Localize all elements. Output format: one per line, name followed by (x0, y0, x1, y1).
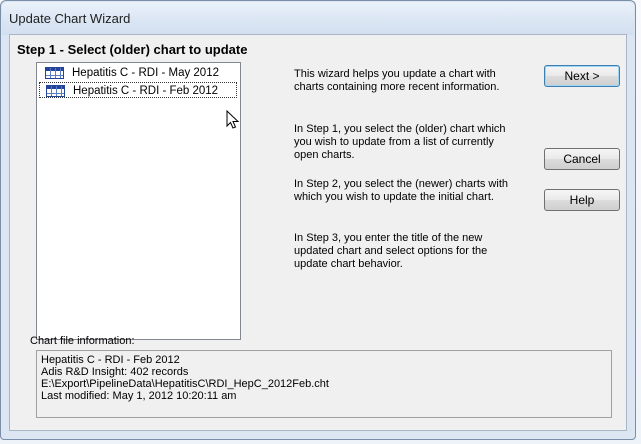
chart-item-label: Hepatitis C - RDI - Feb 2012 (73, 85, 219, 97)
mouse-cursor-icon (226, 110, 240, 129)
dialog-client-area: Step 1 - Select (older) chart to update … (9, 34, 627, 431)
chart-list-item-selected[interactable]: Hepatitis C - RDI - Feb 2012 (39, 82, 237, 98)
title-bar[interactable]: Update Chart Wizard (2, 2, 634, 35)
cancel-button[interactable]: Cancel (544, 148, 620, 170)
chart-file-info-label: Chart file information: (30, 335, 135, 347)
window-title: Update Chart Wizard (9, 11, 131, 26)
chart-file-info-box: Hepatitis C - RDI - Feb 2012 Adis R&D In… (36, 350, 612, 418)
next-button[interactable]: Next > (544, 65, 620, 87)
help-button[interactable]: Help (544, 189, 620, 211)
chart-list-item[interactable]: Hepatitis C - RDI - May 2012 (39, 65, 237, 81)
chart-listbox[interactable]: Hepatitis C - RDI - May 2012 Hepatitis C… (36, 62, 241, 340)
file-info-line: Adis R&D Insight: 402 records (41, 366, 189, 378)
update-chart-wizard-dialog: Update Chart Wizard Step 1 - Select (old… (0, 0, 636, 440)
file-info-line: Last modified: May 1, 2012 10:20:11 am (41, 390, 237, 402)
table-grid-icon (45, 67, 64, 79)
chart-item-label: Hepatitis C - RDI - May 2012 (72, 67, 219, 79)
file-info-line: E:\Export\PipelineData\HepatitisC\RDI_He… (41, 378, 329, 390)
info-paragraph-4: In Step 3, you enter the title of the ne… (294, 232, 488, 270)
table-grid-icon (46, 85, 65, 97)
info-paragraph-1: This wizard helps you update a chart wit… (294, 68, 500, 93)
info-paragraph-3: In Step 2, you select the (newer) charts… (294, 178, 508, 203)
step-title: Step 1 - Select (older) chart to update (17, 42, 248, 57)
file-info-line: Hepatitis C - RDI - Feb 2012 (41, 354, 180, 366)
info-paragraph-2: In Step 1, you select the (older) chart … (294, 123, 506, 161)
